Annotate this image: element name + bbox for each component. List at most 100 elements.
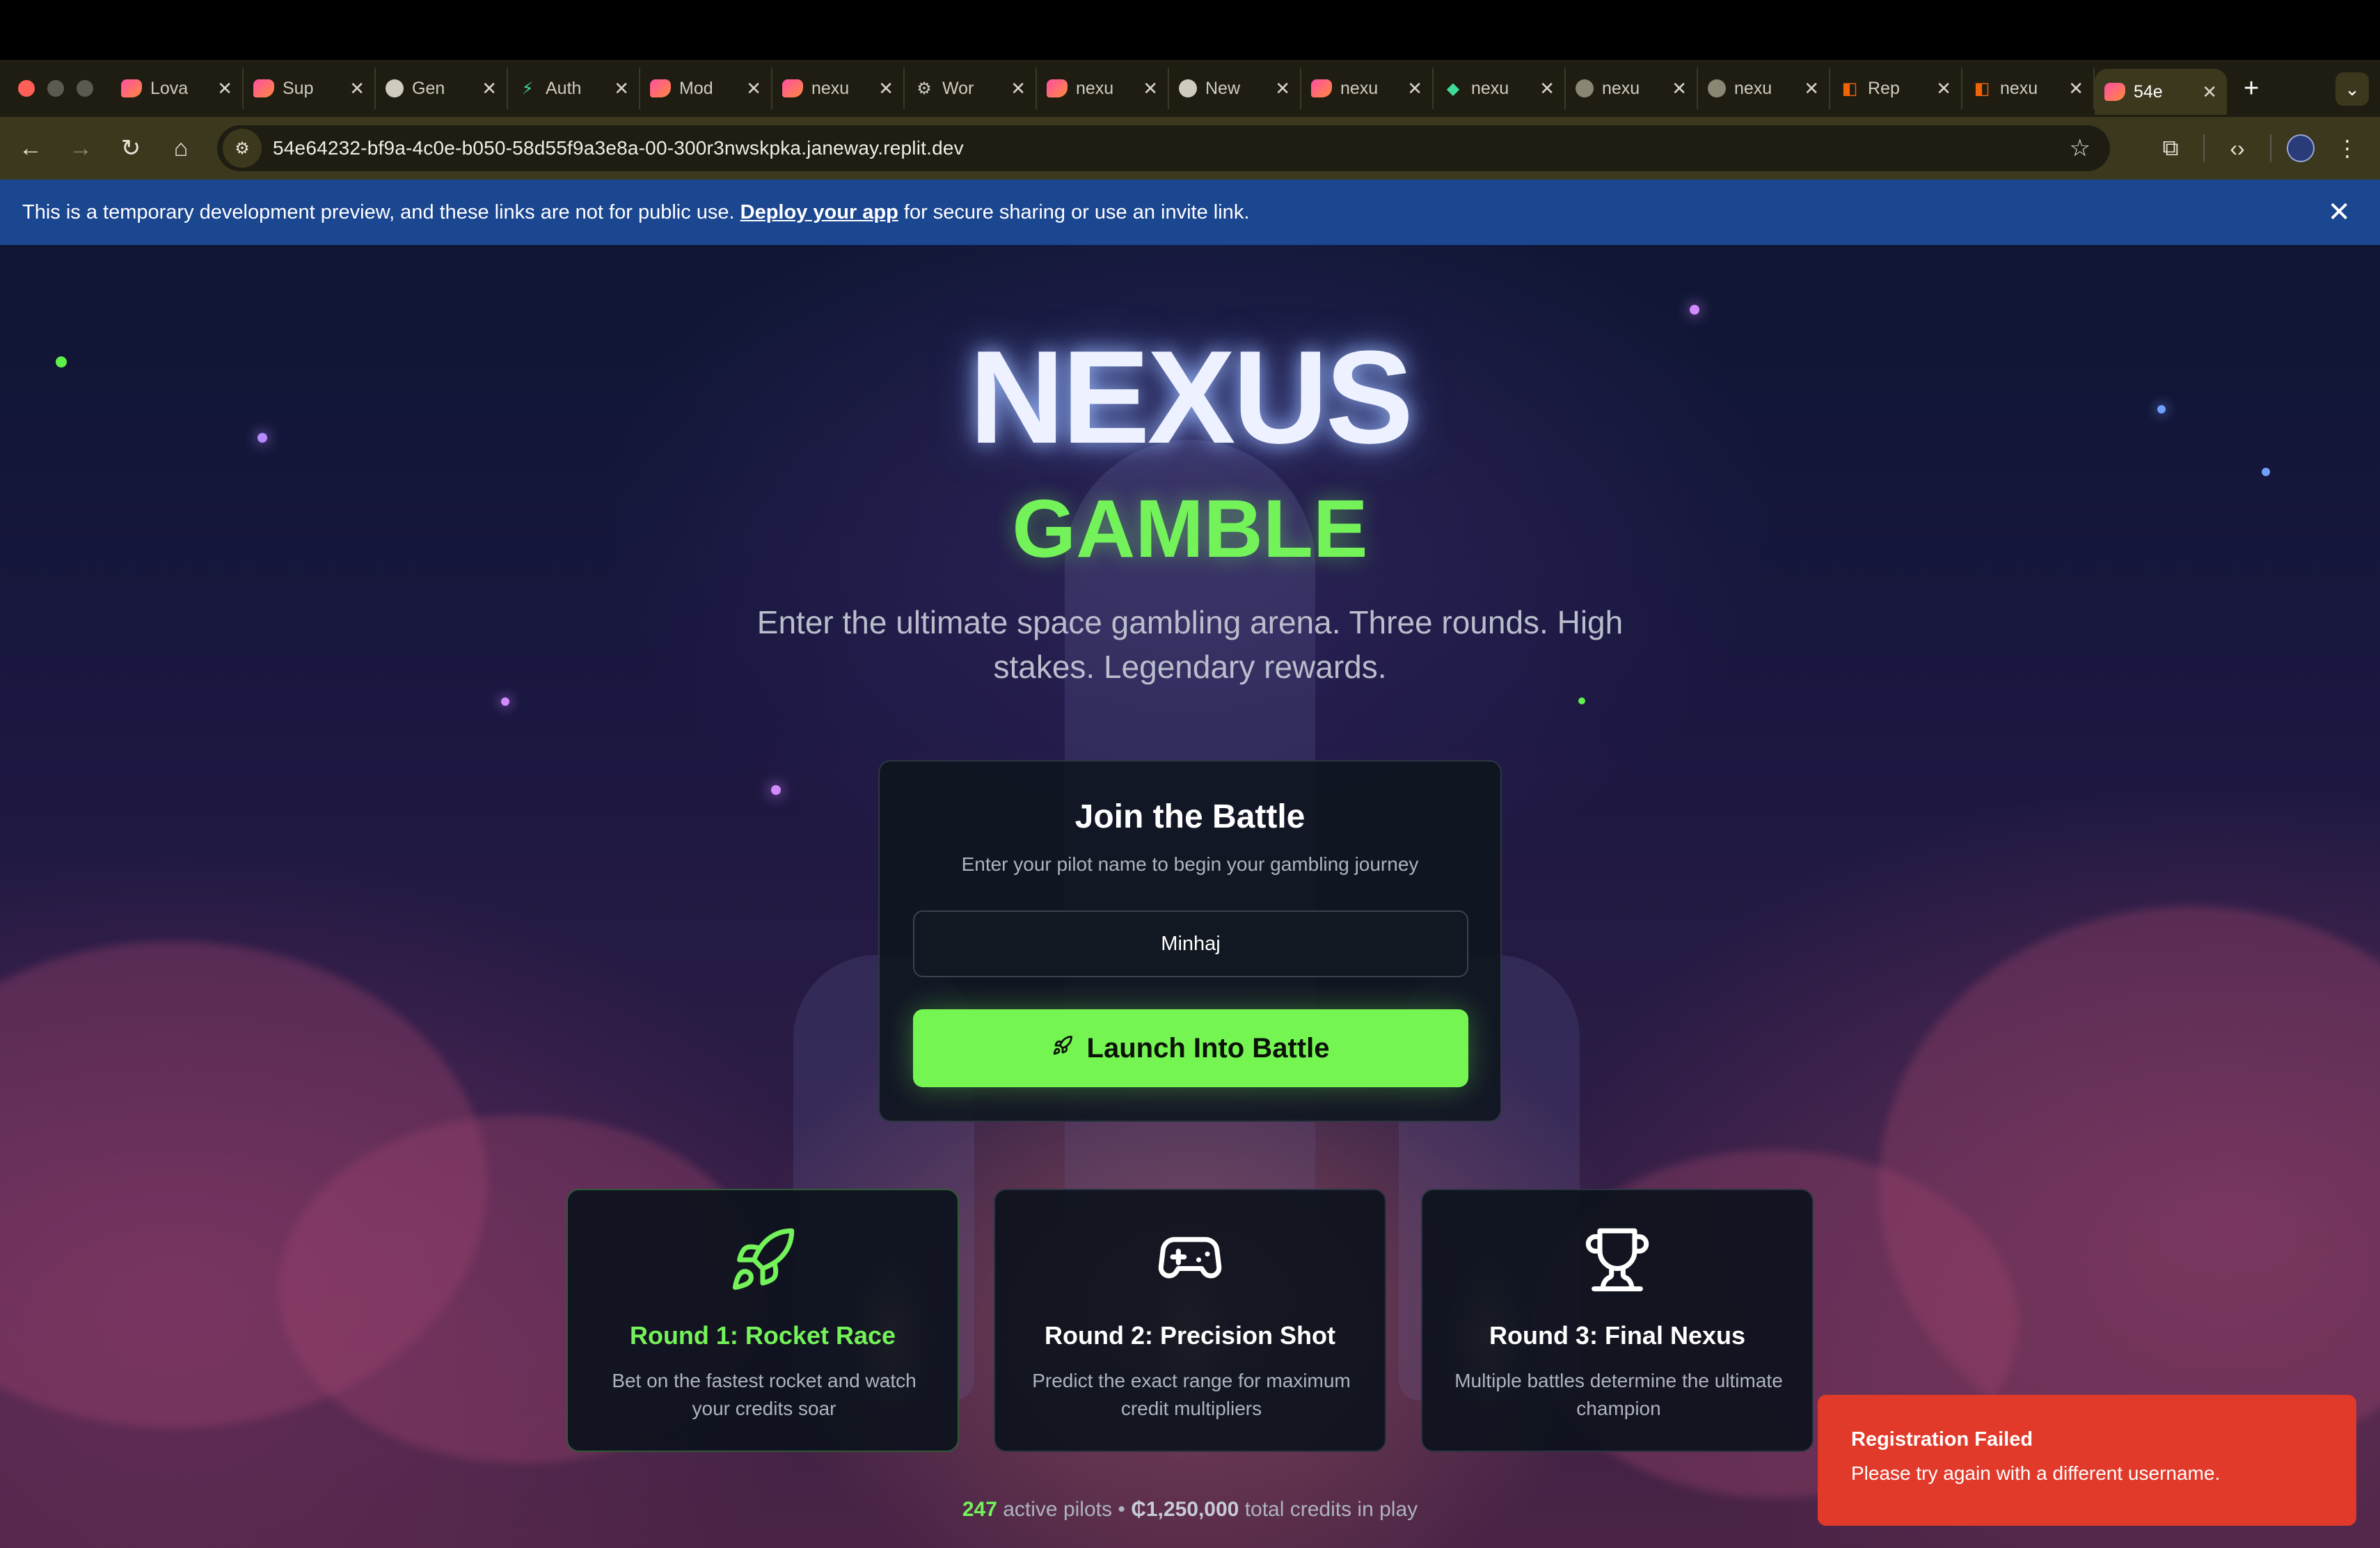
stats-separator: •: [1118, 1498, 1125, 1521]
lovable-icon: [1311, 79, 1332, 97]
tab-title: nexu: [1734, 78, 1772, 98]
minimize-window-button[interactable]: [47, 80, 64, 97]
background-star: [771, 785, 781, 795]
browser-tab[interactable]: ⚙ Wor ✕: [905, 68, 1037, 109]
address-bar[interactable]: ⚙ 54e64232-bf9a-4c0e-b050-58d55f9a3e8a-0…: [217, 125, 2110, 171]
extensions-icon[interactable]: ⧉: [2153, 135, 2188, 161]
close-tab-icon[interactable]: ✕: [2068, 78, 2084, 100]
globe-icon: [1576, 79, 1594, 97]
browser-tab[interactable]: Mod ✕: [640, 68, 772, 109]
banner-text-before: This is a temporary development preview,…: [22, 200, 740, 223]
tab-title: Sup: [283, 78, 314, 98]
total-credits-label: total credits in play: [1244, 1498, 1418, 1521]
close-tab-icon[interactable]: ✕: [1539, 78, 1555, 100]
close-tab-icon[interactable]: ✕: [482, 78, 497, 100]
maximize-window-button[interactable]: [77, 80, 93, 97]
deploy-app-link[interactable]: Deploy your app: [740, 201, 898, 224]
round-description: Bet on the fastest rocket and watch your…: [612, 1370, 917, 1419]
devtools-code-icon[interactable]: ‹›: [2220, 136, 2255, 161]
total-credits-value: ₵1,250,000: [1131, 1498, 1239, 1521]
browser-tab[interactable]: Sup ✕: [244, 68, 376, 109]
close-tab-icon[interactable]: ✕: [1804, 78, 1819, 100]
close-banner-icon[interactable]: ✕: [2327, 196, 2351, 228]
tab-title: Auth: [546, 78, 582, 98]
registration-error-toast[interactable]: Registration Failed Please try again wit…: [1818, 1395, 2356, 1526]
toast-title: Registration Failed: [1851, 1428, 2033, 1451]
browser-tab[interactable]: nexu ✕: [1037, 68, 1169, 109]
close-tab-icon[interactable]: ✕: [878, 78, 894, 100]
round-description: Multiple battles determine the ultimate …: [1454, 1370, 1783, 1419]
browser-tab[interactable]: ⚡ Auth ✕: [508, 68, 640, 109]
browser-tab[interactable]: ◧ Rep ✕: [1830, 68, 1962, 109]
browser-tab[interactable]: nexu ✕: [1566, 68, 1698, 109]
round-title: Round 3: Final Nexus: [1489, 1321, 1746, 1350]
lovable-icon: [1047, 79, 1068, 97]
bookmark-star-icon[interactable]: ☆: [2070, 134, 2091, 162]
round-card-final-nexus[interactable]: Round 3: Final Nexus Multiple battles de…: [1421, 1189, 1814, 1452]
round-card-precision-shot[interactable]: Round 2: Precision Shot Predict the exac…: [994, 1189, 1386, 1452]
tab-title: Rep: [1868, 78, 1900, 98]
tab-title: Wor: [942, 78, 974, 98]
tab-title: 54e: [2134, 81, 2163, 102]
toast-message: Please try again with a different userna…: [1851, 1462, 2221, 1484]
reload-icon[interactable]: ↻: [106, 134, 156, 162]
home-icon[interactable]: ⌂: [156, 135, 206, 162]
more-menu-icon[interactable]: ⋮: [2330, 135, 2365, 161]
close-tab-icon[interactable]: ✕: [1275, 78, 1290, 100]
floating-particle: [1578, 697, 1585, 704]
browser-tab[interactable]: New ✕: [1169, 68, 1301, 109]
hero-title: NEXUS: [969, 324, 1414, 471]
chatgpt-icon: [1179, 79, 1197, 97]
gear-icon: ⚙: [917, 79, 932, 98]
lovable-icon: [650, 79, 671, 97]
url-text[interactable]: 54e64232-bf9a-4c0e-b050-58d55f9a3e8a-00-…: [273, 137, 964, 159]
round-card-rocket-race[interactable]: Round 1: Rocket Race Bet on the fastest …: [566, 1189, 959, 1452]
nexus-landing-page: NEXUS GAMBLE Enter the ultimate space ga…: [0, 245, 2380, 1548]
browser-tab-active[interactable]: 54e ✕: [2095, 69, 2227, 115]
os-menu-bar: [0, 0, 2380, 60]
rocket-icon: [568, 1225, 958, 1295]
launch-into-battle-button[interactable]: Launch Into Battle: [913, 1009, 1468, 1087]
close-tab-icon[interactable]: ✕: [1010, 78, 1026, 100]
new-tab-button[interactable]: +: [2227, 74, 2276, 104]
close-tab-icon[interactable]: ✕: [349, 78, 365, 100]
lovable-icon: [2104, 83, 2125, 101]
close-tab-icon[interactable]: ✕: [746, 78, 761, 100]
close-tab-icon[interactable]: ✕: [1143, 78, 1158, 100]
bolt-icon: ⚡: [521, 79, 534, 98]
profile-avatar[interactable]: [2287, 134, 2315, 162]
back-icon[interactable]: ←: [6, 135, 56, 162]
lovable-icon: [121, 79, 142, 97]
tab-title: New: [1205, 78, 1241, 98]
forward-icon[interactable]: →: [56, 135, 106, 162]
site-info-icon[interactable]: ⚙: [223, 129, 262, 168]
tab-title: nexu: [1471, 78, 1509, 98]
join-card-subtitle: Enter your pilot name to begin your gamb…: [961, 853, 1419, 875]
browser-tab[interactable]: nexu ✕: [1301, 68, 1434, 109]
close-tab-icon[interactable]: ✕: [217, 78, 232, 100]
close-tab-icon[interactable]: ✕: [1936, 78, 1951, 100]
round-title: Round 2: Precision Shot: [1044, 1321, 1336, 1350]
tab-title: Mod: [679, 78, 713, 98]
browser-tab[interactable]: Lova ✕: [111, 68, 244, 109]
extension-icon: ◆: [1446, 79, 1460, 98]
close-tab-icon[interactable]: ✕: [1672, 78, 1687, 100]
browser-tab[interactable]: ◧ nexu ✕: [1962, 68, 2095, 109]
browser-tab[interactable]: ◆ nexu ✕: [1434, 68, 1566, 109]
background-star: [501, 697, 509, 706]
browser-tab[interactable]: Gen ✕: [376, 68, 508, 109]
browser-tab[interactable]: nexu ✕: [1698, 68, 1830, 109]
close-window-button[interactable]: [18, 80, 35, 97]
dev-preview-banner: This is a temporary development preview,…: [0, 180, 2380, 245]
browser-tab[interactable]: nexu ✕: [772, 68, 905, 109]
launch-button-label: Launch Into Battle: [1086, 1032, 1330, 1064]
close-tab-icon[interactable]: ✕: [614, 78, 629, 100]
tab-title: nexu: [811, 78, 850, 98]
pilot-name-input[interactable]: [913, 910, 1468, 977]
tab-search-icon[interactable]: ⌄: [2335, 72, 2369, 106]
close-tab-icon[interactable]: ✕: [1407, 78, 1422, 100]
close-tab-icon[interactable]: ✕: [2202, 81, 2217, 103]
trophy-icon: [1422, 1225, 1812, 1295]
lovable-icon: [253, 79, 274, 97]
round-title: Round 1: Rocket Race: [629, 1321, 896, 1350]
